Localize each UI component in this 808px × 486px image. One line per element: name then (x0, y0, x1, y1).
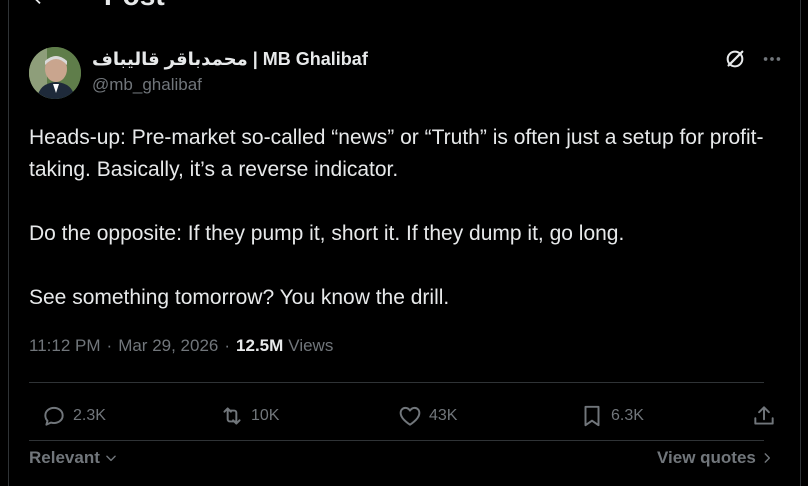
chevron-down-icon (106, 455, 116, 462)
chevron-right-icon (764, 453, 770, 463)
author-handle[interactable]: @mb_ghalibaf (92, 75, 202, 95)
post-text: Heads-up: Pre-market so-called “news” or… (29, 122, 779, 314)
heart-icon (399, 406, 421, 426)
bookmark-icon (584, 405, 600, 427)
avatar[interactable] (29, 47, 81, 99)
grok-icon[interactable] (724, 48, 746, 70)
page-title: Post (104, 0, 165, 12)
divider (29, 382, 764, 383)
views-count: 12.5M (236, 336, 284, 355)
share-button[interactable] (751, 398, 783, 434)
author-name-row: محمدباقر قالیباف | MB Ghalibaf (92, 48, 368, 70)
share-icon (754, 406, 774, 425)
action-bar: 2.3K 10K 43K 6.3K (29, 398, 774, 434)
more-icon[interactable] (761, 48, 783, 70)
repost-button[interactable]: 10K (219, 398, 279, 434)
like-count: 43K (429, 407, 458, 424)
sort-label: Relevant (29, 448, 100, 467)
post-date[interactable]: Mar 29, 2026 (118, 336, 218, 356)
views-label: Views (288, 336, 334, 355)
repost-count: 10K (251, 407, 280, 424)
post-time[interactable]: 11:12 PM (29, 336, 101, 356)
reply-button[interactable]: 2.3K (41, 398, 106, 434)
bookmark-count: 6.3K (611, 407, 644, 424)
view-quotes-label: View quotes (657, 448, 756, 467)
sort-replies-dropdown[interactable]: Relevant (29, 448, 118, 468)
post-metadata: 11:12 PM · Mar 29, 2026 · 12.5M Views (29, 336, 333, 356)
meta-separator: · (224, 336, 231, 355)
top-bar: Post (9, 0, 800, 12)
bookmark-button[interactable]: 6.3K (579, 398, 644, 434)
divider (29, 440, 764, 441)
meta-separator: · (106, 336, 113, 355)
reply-icon (44, 406, 64, 426)
post-paragraph: See something tomorrow? You know the dri… (29, 286, 450, 309)
post-detail-panel: Post محمدباقر قالیباف | MB Ghalibaf @mb_… (8, 0, 801, 486)
post-paragraph: Heads-up: Pre-market so-called “news” or… (29, 126, 764, 181)
view-quotes-link[interactable]: View quotes (657, 448, 774, 468)
post-paragraph: Do the opposite: If they pump it, short … (29, 222, 625, 245)
like-button[interactable]: 43K (397, 398, 457, 434)
repost-icon (223, 407, 241, 425)
author-name[interactable]: محمدباقر قالیباف | MB Ghalibaf (92, 49, 368, 70)
reply-count: 2.3K (73, 407, 106, 424)
back-arrow-icon[interactable] (29, 0, 51, 14)
